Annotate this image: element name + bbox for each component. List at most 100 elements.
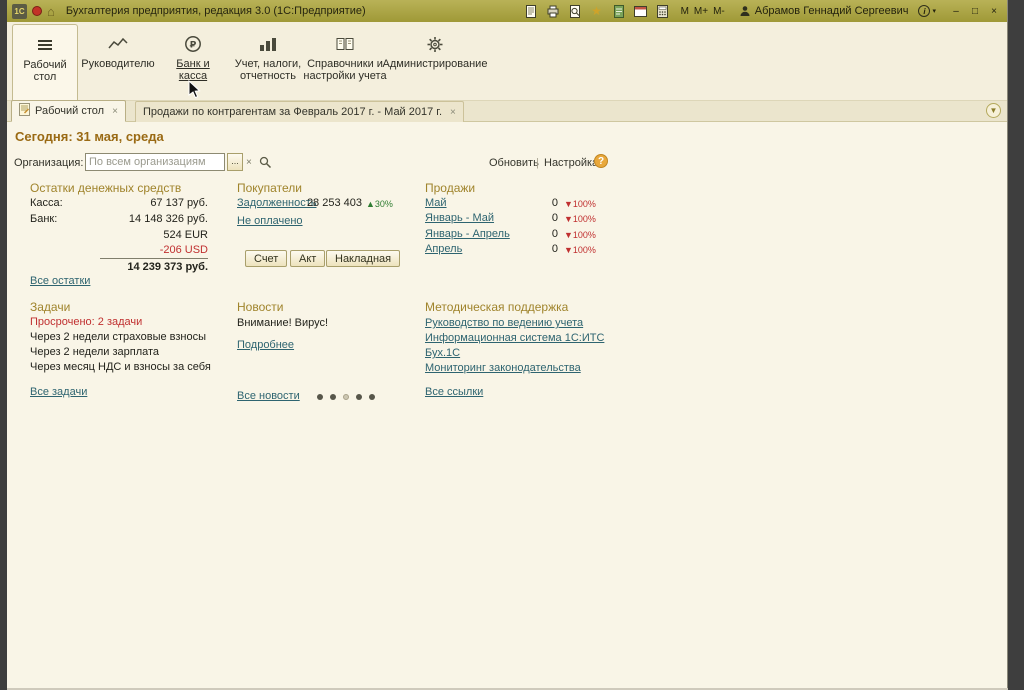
file-icon[interactable] [523,3,539,19]
help-button[interactable]: ? [594,154,608,168]
app-window: 1С ⌂ Бухгалтерия предприятия, редакция 3… [7,0,1008,688]
sales-value: 0 [551,228,558,240]
sales-value: 0 [551,197,558,209]
task-item: Через месяц НДС и взносы за себя [30,361,211,373]
memory-buttons: M M+ M- [681,6,725,17]
section-manager[interactable]: Руководителю [73,24,163,100]
refresh-button[interactable]: Обновить [489,157,539,169]
info-icon: i [918,5,931,17]
task-item: Через 2 недели зарплата [30,346,160,358]
tabs-overflow-button[interactable]: ▼ [986,103,1001,118]
section-label: Руководителю [81,58,155,70]
memory-mminus-button[interactable]: M- [713,6,725,17]
news-pager-dot-active[interactable] [343,394,349,400]
user-icon [740,6,750,16]
chevron-down-icon: ▾ [932,8,936,15]
section-label: Администрирование [382,58,488,70]
sales-section-title: Продажи [425,181,476,195]
tasks-section-title: Задачи [30,300,71,314]
support-section-title: Методическая поддержка [425,300,569,314]
section-administration[interactable]: Администрирование [373,24,497,100]
cash-row-value: 14 148 326 руб. [128,213,208,225]
home-icon[interactable]: ⌂ [47,5,55,18]
ruble-circle-icon: P [184,33,202,55]
all-tasks-link[interactable]: Все задачи [30,386,87,398]
support-link[interactable]: Мониторинг законодательства [425,362,581,374]
record-icon [32,6,42,16]
cash-row-value: 67 137 руб. [150,197,208,209]
trend-down-indicator: ▼100% [564,230,596,240]
user-name: Абрамов Геннадий Сергеевич [754,5,909,17]
user-menu[interactable]: Абрамов Геннадий Сергеевич [739,5,909,17]
tab-label: Рабочий стол [35,105,105,117]
favorites-icon[interactable]: ★ [589,3,605,19]
all-balances-link[interactable]: Все остатки [30,275,90,287]
cash-section-title: Остатки денежных средств [30,181,182,195]
section-desktop[interactable]: Рабочий стол [12,24,78,100]
support-link[interactable]: Руководство по ведению учета [425,317,583,329]
tab-sales-report[interactable]: Продажи по контрагентам за Февраль 2017 … [135,101,464,122]
unpaid-link[interactable]: Не оплачено [237,215,303,227]
close-button[interactable]: × [986,4,1002,18]
organization-label: Организация: [14,157,84,169]
trend-up-indicator: ▲30% [366,199,393,209]
titlebar-toolbar: ★ M M+ M- Абрамов Геннадий Сергеевич i ▾… [523,3,1002,19]
trend-down-indicator: ▼100% [564,199,596,209]
clear-icon[interactable]: × [246,157,252,168]
news-pager-dot[interactable] [369,394,375,400]
cash-row-value: 524 EUR [163,229,208,241]
bar-chart-icon [259,33,277,55]
news-more-link[interactable]: Подробнее [237,339,294,351]
news-pager-dot[interactable] [356,394,362,400]
trend-down-indicator: ▼100% [564,245,596,255]
section-label: Банк и касса [176,58,210,82]
search-icon[interactable] [259,156,272,174]
all-news-link[interactable]: Все новости [237,390,300,402]
info-menu[interactable]: i ▾ [918,5,936,17]
task-item: Через 2 недели страховые взносы [30,331,207,343]
hamburger-icon [38,34,52,56]
print-icon[interactable] [545,3,561,19]
book-icon [336,33,354,55]
tab-close-icon[interactable]: × [450,107,456,118]
support-link[interactable]: Информационная система 1С:ИТС [425,332,604,344]
news-pager-dot[interactable] [317,394,323,400]
tab-label: Продажи по контрагентам за Февраль 2017 … [143,106,443,118]
memory-m-button[interactable]: M [681,6,689,17]
window-title: Бухгалтерия предприятия, редакция 3.0 (1… [65,5,366,17]
maximize-button[interactable]: □ [967,4,983,18]
title-bar: 1С ⌂ Бухгалтерия предприятия, редакция 3… [7,0,1007,22]
buyers-section-title: Покупатели [237,181,302,195]
calculator-icon[interactable] [655,3,671,19]
app-icon[interactable]: 1С [12,3,27,19]
section-panel: Рабочий стол Руководителю P Банк и касса… [7,22,1007,100]
separator: | [536,157,539,169]
tab-desktop[interactable]: Рабочий стол × [11,100,126,122]
services-icon[interactable] [611,3,627,19]
minimize-button[interactable]: – [948,4,964,18]
window-controls: – □ × [948,4,1002,18]
gear-icon [426,33,444,55]
section-bank-cash[interactable]: P Банк и касса [163,24,223,100]
news-section-title: Новости [237,300,284,314]
tab-close-icon[interactable]: × [112,106,118,117]
tasks-overdue: Просрочено: 2 задачи [30,316,143,328]
invoice-button[interactable]: Счет [245,250,288,267]
sales-value: 0 [551,243,558,255]
trend-down-indicator: ▼100% [564,214,596,224]
act-button[interactable]: Акт [290,250,326,267]
news-pager-dot[interactable] [330,394,336,400]
organization-select-button[interactable]: ... [227,153,243,171]
section-label: Рабочий стол [23,59,67,83]
preview-icon[interactable] [567,3,583,19]
support-link[interactable]: Бух.1С [425,347,460,359]
memory-mplus-button[interactable]: M+ [694,6,708,17]
calendar-icon[interactable] [633,3,649,19]
organization-input[interactable] [85,153,225,171]
cash-total-divider [100,258,208,259]
settings-button[interactable]: Настройка [544,157,598,169]
all-links-link[interactable]: Все ссылки [425,386,483,398]
page-icon [19,103,30,119]
line-chart-icon [108,33,128,55]
waybill-button[interactable]: Накладная [326,250,401,267]
